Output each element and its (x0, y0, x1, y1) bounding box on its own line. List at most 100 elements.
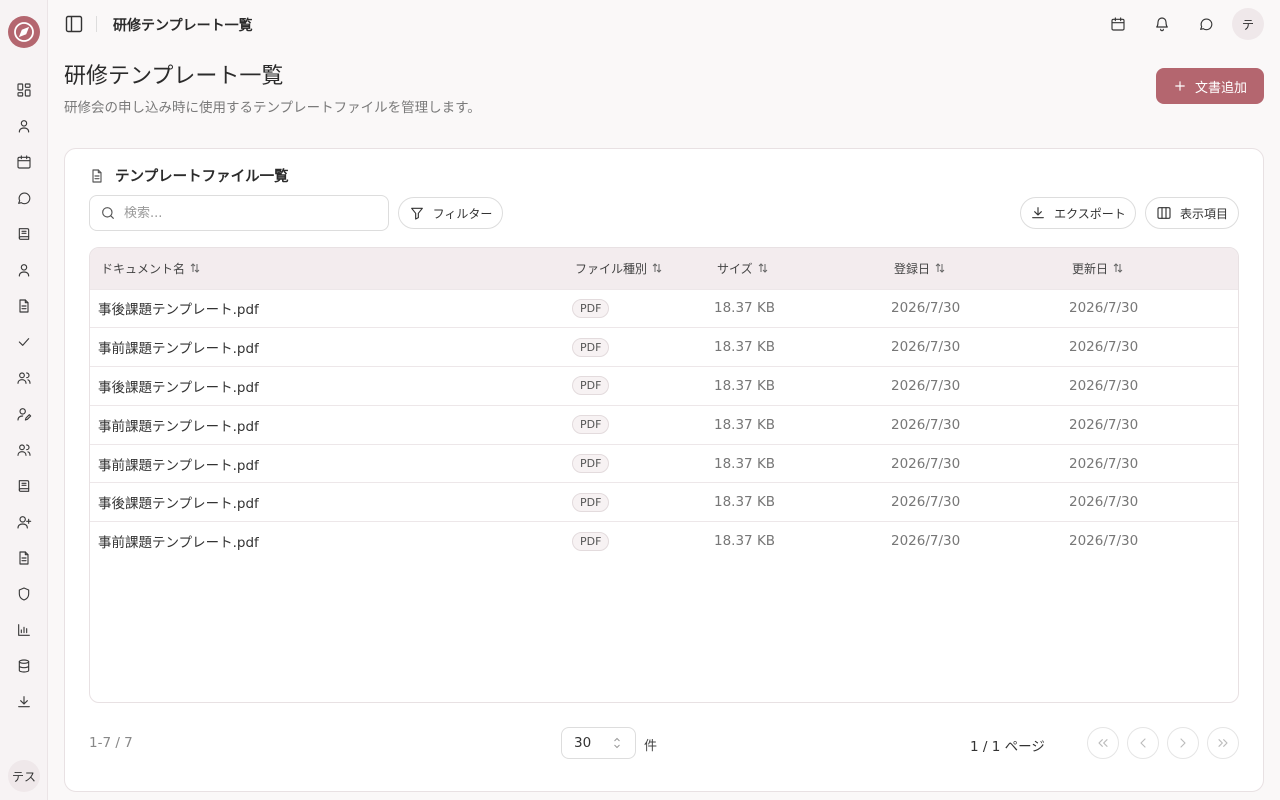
template-table: ドキュメント名 ファイル種別 サイズ 登録日 更新日 事後課題テンプレート.pd… (89, 247, 1239, 703)
cell-created: 2026/7/30 (891, 455, 961, 472)
page-size-select[interactable]: 30 (561, 727, 636, 759)
file-type-badge: PDF (572, 337, 610, 357)
page-size-value: 30 (574, 735, 592, 751)
cell-name: 事後課題テンプレート.pdf (98, 496, 259, 513)
cell-created: 2026/7/30 (891, 416, 961, 433)
download-icon[interactable] (14, 692, 34, 712)
prev-page-button[interactable] (1127, 727, 1159, 759)
user-edit-icon[interactable] (14, 404, 34, 424)
cell-size: 18.37 KB (714, 494, 776, 511)
sort-icon (934, 262, 946, 274)
cell-type: PDF (564, 522, 706, 561)
card-header: テンプレートファイル一覧 (89, 165, 289, 186)
bell-icon[interactable] (1152, 14, 1172, 34)
dashboard-icon[interactable] (14, 80, 34, 100)
cell-created: 2026/7/30 (891, 494, 961, 511)
cell-updated: 2026/7/30 (1069, 300, 1139, 317)
header: 研修テンプレート一覧 テ (48, 0, 1280, 48)
cell-updated: 2026/7/30 (1069, 416, 1139, 433)
next-page-button[interactable] (1167, 727, 1199, 759)
cell-type: PDF (564, 328, 706, 367)
file-type-badge: PDF (572, 454, 610, 474)
first-page-button[interactable] (1087, 727, 1119, 759)
search-icon (100, 205, 116, 221)
search-input[interactable] (124, 205, 364, 221)
chevron-left-icon (1135, 735, 1151, 751)
shield-icon[interactable] (14, 584, 34, 604)
page-description: 研修会の申し込み時に使用するテンプレートファイルを管理します。 (64, 100, 481, 116)
notebook-icon[interactable] (14, 476, 34, 496)
table-row[interactable]: 事前課題テンプレート.pdf PDF 18.37 KB 2026/7/30 20… (90, 405, 1238, 444)
cell-name: 事前課題テンプレート.pdf (98, 418, 259, 435)
database-icon[interactable] (14, 656, 34, 676)
sidebar-toggle-icon[interactable] (64, 14, 84, 34)
cell-created: 2026/7/30 (891, 300, 961, 317)
export-label: エクスポート (1054, 206, 1126, 221)
cell-size: 18.37 KB (714, 339, 776, 356)
cell-created: 2026/7/30 (891, 377, 961, 394)
cell-size: 18.37 KB (714, 455, 776, 472)
column-header-size[interactable]: サイズ (706, 248, 883, 289)
row-count: 1-7 / 7 (89, 735, 133, 751)
columns-icon (1156, 205, 1172, 221)
document-icon[interactable] (14, 548, 34, 568)
table-row[interactable]: 事後課題テンプレート.pdf PDF 18.37 KB 2026/7/30 20… (90, 482, 1238, 522)
columns-label: 表示項目 (1179, 206, 1228, 221)
columns-button[interactable]: 表示項目 (1145, 197, 1239, 229)
table-row[interactable]: 事前課題テンプレート.pdf PDF 18.37 KB 2026/7/30 20… (90, 444, 1238, 483)
last-page-button[interactable] (1207, 727, 1239, 759)
card-title: テンプレートファイル一覧 (115, 169, 289, 185)
chevron-updown-icon (611, 736, 623, 750)
calendar-icon[interactable] (14, 152, 34, 172)
column-header-type[interactable]: ファイル種別 (564, 248, 706, 289)
chevrons-right-icon (1215, 735, 1231, 751)
template-list-card: テンプレートファイル一覧 フィルター エクスポート 表示項目 ドキュメント名 フ… (64, 148, 1264, 792)
book-icon[interactable] (14, 224, 34, 244)
file-type-badge: PDF (572, 531, 610, 551)
cell-created: 2026/7/30 (891, 533, 961, 550)
filter-label: フィルター (432, 206, 493, 221)
page-title: 研修テンプレート一覧 (64, 64, 284, 89)
cell-updated: 2026/7/30 (1069, 377, 1139, 394)
avatar[interactable]: テス (8, 760, 40, 792)
app-logo[interactable] (8, 16, 40, 48)
sort-icon (757, 262, 769, 274)
export-button[interactable]: エクスポート (1020, 197, 1136, 229)
cell-updated: 2026/7/30 (1069, 533, 1139, 550)
avatar[interactable]: テ (1232, 8, 1264, 40)
filter-button[interactable]: フィルター (398, 197, 503, 229)
cell-type: PDF (564, 405, 706, 444)
users-icon[interactable] (14, 368, 34, 388)
chat-icon[interactable] (1196, 14, 1216, 34)
cell-name: 事前課題テンプレート.pdf (98, 535, 259, 552)
group-icon[interactable] (14, 440, 34, 460)
table-row[interactable]: 事前課題テンプレート.pdf PDF 18.37 KB 2026/7/30 20… (90, 521, 1238, 561)
add-document-label: 文書追加 (1194, 80, 1247, 96)
table-row[interactable]: 事前課題テンプレート.pdf PDF 18.37 KB 2026/7/30 20… (90, 327, 1238, 367)
bar-chart-icon[interactable] (14, 620, 34, 640)
page-info: 1 / 1 ページ (970, 739, 1045, 755)
chevron-right-icon (1175, 735, 1191, 751)
file-text-icon[interactable] (14, 296, 34, 316)
table-row[interactable]: 事後課題テンプレート.pdf PDF 18.37 KB 2026/7/30 20… (90, 366, 1238, 406)
column-header-name[interactable]: ドキュメント名 (90, 248, 564, 289)
column-header-created[interactable]: 登録日 (883, 248, 1061, 289)
page-size-unit: 件 (644, 739, 658, 754)
person-icon[interactable] (14, 260, 34, 280)
user-plus-icon[interactable] (14, 512, 34, 532)
table-row[interactable]: 事後課題テンプレート.pdf PDF 18.37 KB 2026/7/30 20… (90, 289, 1238, 328)
chat-icon[interactable] (14, 188, 34, 208)
cell-type: PDF (564, 444, 706, 483)
cell-updated: 2026/7/30 (1069, 339, 1139, 356)
cell-name: 事前課題テンプレート.pdf (98, 457, 259, 474)
file-type-badge: PDF (572, 376, 610, 396)
column-header-updated[interactable]: 更新日 (1061, 248, 1238, 289)
breadcrumb: 研修テンプレート一覧 (113, 18, 253, 34)
add-document-button[interactable]: 文書追加 (1156, 68, 1264, 104)
user-icon[interactable] (14, 116, 34, 136)
download-icon (1030, 205, 1046, 221)
check-icon[interactable] (14, 332, 34, 352)
cell-name: 事後課題テンプレート.pdf (98, 379, 259, 396)
file-type-badge: PDF (572, 415, 610, 435)
calendar-icon[interactable] (1108, 14, 1128, 34)
